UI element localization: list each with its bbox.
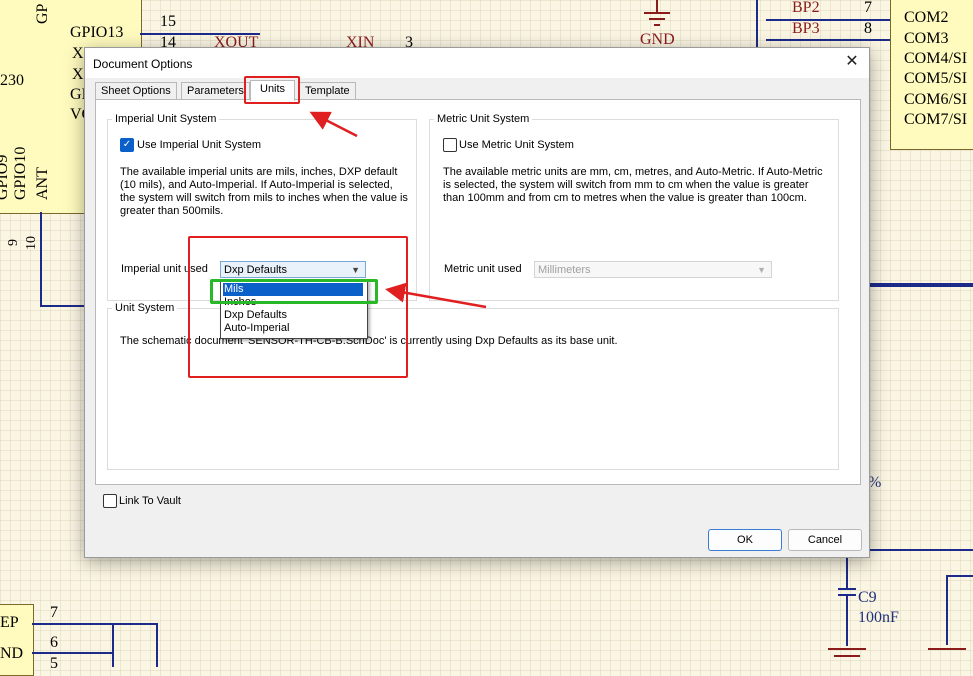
wire [846,556,848,588]
tab-parameters[interactable]: Parameters [181,82,250,100]
pin-label-gpio13: GPIO13 [70,24,124,41]
gnd-symbol [828,648,866,650]
pin-label-x2: X [72,66,84,83]
metric-checkbox[interactable] [443,138,457,152]
imperial-unit-value: Dxp Defaults [224,264,287,276]
metric-group-title: Metric Unit System [434,113,533,125]
chevron-down-icon: ▼ [757,265,766,275]
wire [40,212,42,307]
option-mils[interactable]: Mils [223,283,363,296]
bottom-pin-7: 7 [50,604,58,621]
link-to-vault-label: Link To Vault [119,495,181,507]
net-label-bp2: BP2 [792,0,820,16]
vertical-pin-9: 9 [6,239,21,246]
ok-button[interactable]: OK [708,529,782,551]
bottom-pin-6: 6 [50,634,58,651]
wire [838,588,856,590]
vertical-label-ant: ANT [34,167,51,200]
net-label-bp3: BP3 [792,20,820,37]
right-pin-8: 8 [864,20,872,37]
vertical-label-gpio9: GPIO9 [0,154,11,200]
metric-unit-value: Millimeters [538,264,591,276]
tab-sheet-options[interactable]: Sheet Options [95,82,177,100]
units-panel: Imperial Unit System ✓ Use Imperial Unit… [95,99,861,485]
metric-checkbox-label: Use Metric Unit System [459,139,574,151]
document-options-dialog: Document Options ✕ Sheet Options Paramet… [84,47,870,558]
wire [766,39,890,41]
chevron-down-icon: ▼ [351,265,360,275]
vertical-label-gpio10: GPIO10 [12,146,29,200]
cap-name: C9 [858,589,877,606]
imperial-unit-label: Imperial unit used [121,263,208,275]
wire [766,19,890,21]
bottom-pin-5: 5 [50,655,58,672]
wire [868,283,973,287]
gnd-symbol-bar [654,24,660,26]
link-to-vault-checkbox[interactable] [103,494,117,508]
wire [112,623,114,667]
com-label-2: COM2 [904,9,949,26]
component-partial-gp: GP [34,3,51,24]
metric-description: The available metric units are mm, cm, m… [443,166,823,204]
right-pin-7: 7 [864,0,872,16]
unit-system-title: Unit System [112,302,178,314]
component-partial-230: 230 [0,72,24,89]
option-auto-imperial[interactable]: Auto-Imperial [223,322,289,335]
option-inches[interactable]: Inches [223,296,256,309]
bottom-label-ep: EP [0,614,19,631]
bottom-label-nd: ND [0,645,24,662]
wire [846,596,848,646]
cancel-button[interactable]: Cancel [788,529,862,551]
gnd-symbol [928,648,966,650]
tab-units[interactable]: Units [250,80,296,101]
gnd-symbol-bar [644,12,670,14]
com-label-5: COM5/SI [904,70,968,87]
option-dxp-defaults[interactable]: Dxp Defaults [223,309,287,322]
dialog-titlebar[interactable]: Document Options ✕ [85,48,869,78]
com-label-7: COM7/SI [904,111,968,128]
gnd-symbol-bar [649,18,665,20]
wire [946,575,973,577]
wire [156,623,158,667]
close-icon[interactable]: ✕ [841,52,863,72]
wire [32,652,112,654]
pin-label-x1: X [72,45,84,62]
metric-unit-select[interactable]: Millimeters ▼ [534,261,772,278]
tab-template[interactable]: Template [299,82,356,100]
cap-value: 100nF [858,609,899,626]
imperial-group-title: Imperial Unit System [112,113,220,125]
imperial-checkbox-label: Use Imperial Unit System [137,139,262,151]
gnd-symbol [834,655,860,657]
unit-system-group: Unit System [107,302,839,470]
com-label-4: COM4/SI [904,50,968,67]
imperial-checkbox[interactable]: ✓ [120,138,134,152]
imperial-description: The available imperial units are mils, i… [120,166,408,217]
com-label-3: COM3 [904,30,949,47]
wire [946,575,948,645]
metric-unit-label: Metric unit used [444,263,522,275]
wire [32,623,158,625]
pin-number-15: 15 [160,13,176,30]
dialog-title: Document Options [93,57,193,71]
wire [868,549,973,551]
imperial-unit-select[interactable]: Dxp Defaults ▼ [220,261,366,278]
gnd-symbol [656,0,658,12]
vertical-pin-10: 10 [24,236,39,250]
imperial-unit-dropdown: Mils Inches Dxp Defaults Auto-Imperial [220,279,368,339]
wire [756,0,758,47]
wire [40,305,86,307]
com-label-6: COM6/SI [904,91,968,108]
unit-system-text: The schematic document 'SENSOR-TH-CB-B.S… [120,335,618,347]
wire [140,33,260,35]
